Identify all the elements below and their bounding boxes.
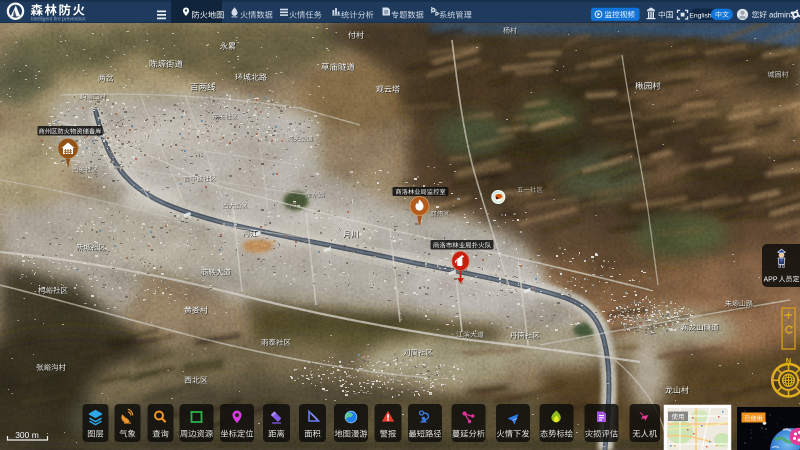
svg-text:APP: APP — [764, 277, 778, 284]
svg-text:Intelligent fire prevention: Intelligent fire prevention — [31, 17, 86, 23]
svg-text:300 m: 300 m — [15, 430, 39, 440]
svg-text:N: N — [786, 356, 791, 365]
svg-text:admin3: admin3 — [769, 10, 795, 19]
svg-text:English: English — [689, 12, 712, 19]
